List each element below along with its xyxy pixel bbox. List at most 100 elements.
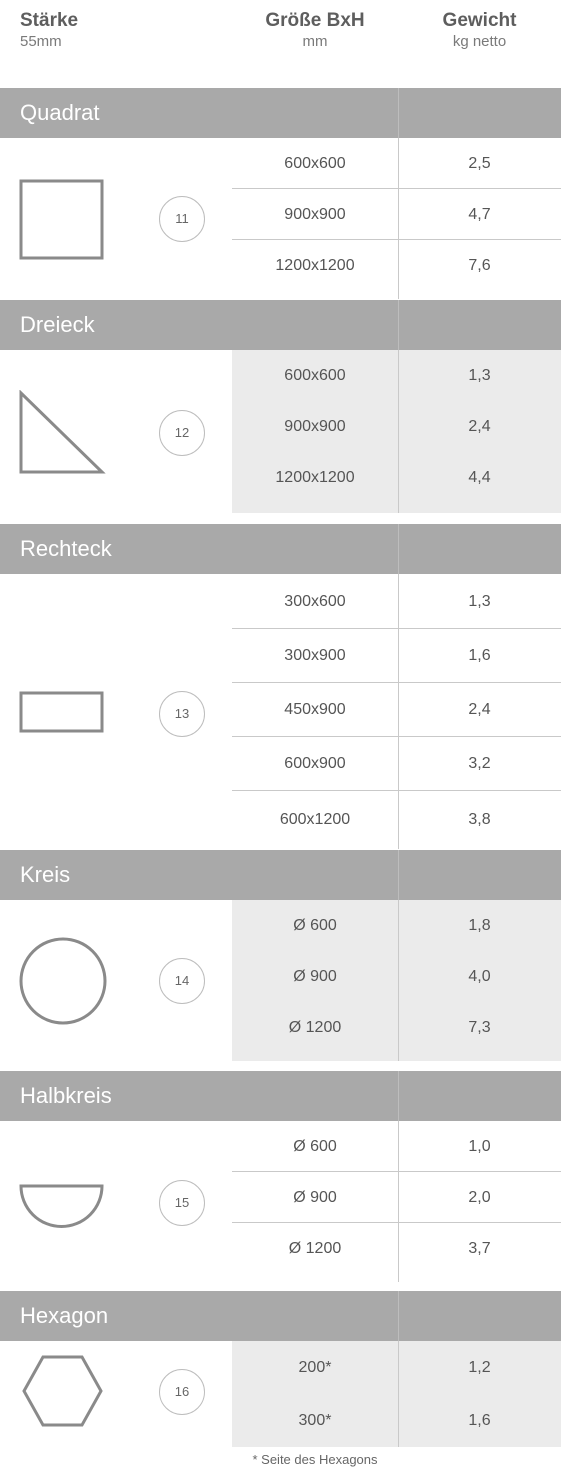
size-title: Größe BxH [265, 10, 365, 31]
table-row: 600x900 3,2 [232, 737, 561, 791]
shape-number-badge: 12 [159, 410, 205, 456]
weight-cell: 1,6 [468, 1412, 491, 1429]
size-weight-rows: Ø 600 1,8 Ø 900 4,0 Ø 1200 7,3 [232, 900, 561, 1061]
header-divider [398, 300, 399, 350]
circle-icon [19, 937, 107, 1025]
strength-title: Stärke [20, 10, 79, 31]
section-header: Rechteck [0, 524, 561, 574]
size-cell: Ø 600 [293, 1138, 337, 1155]
table-row: 600x1200 3,8 [232, 791, 561, 849]
weight-cell: 4,4 [468, 469, 491, 486]
size-cell: 900x900 [284, 206, 346, 223]
weight-cell: 2,5 [468, 155, 491, 172]
header-divider [398, 524, 399, 574]
semicircle-icon [19, 1184, 104, 1228]
table-row: Ø 1200 3,7 [232, 1223, 561, 1274]
size-cell: 300x600 [284, 593, 346, 610]
section-quadrat: Quadrat 11 600x600 2,5 900x900 4,7 1200x… [0, 88, 561, 299]
weight-cell: 7,3 [468, 1019, 491, 1036]
header-divider [398, 850, 399, 900]
section-title: Rechteck [20, 536, 112, 561]
table-row: 450x900 2,4 [232, 683, 561, 737]
weight-title: Gewicht [442, 10, 517, 31]
table-row: Ø 600 1,0 [232, 1121, 561, 1172]
weight-cell: 7,6 [468, 257, 491, 274]
table-row: Ø 1200 7,3 [232, 1002, 561, 1053]
size-cell: 1200x1200 [275, 257, 355, 274]
weight-header: Gewicht kg netto [398, 10, 561, 52]
square-icon [19, 179, 104, 260]
size-cell: 600x1200 [279, 811, 351, 828]
size-cell: Ø 1200 [288, 1019, 342, 1036]
size-header: Größe BxH mm [232, 10, 398, 52]
table-row: 900x900 2,4 [232, 401, 561, 452]
section-header: Hexagon [0, 1291, 561, 1341]
size-cell: 300* [298, 1412, 332, 1429]
section-dreieck: Dreieck 12 600x600 1,3 900x900 2,4 1200x… [0, 300, 561, 513]
table-row: 1200x1200 7,6 [232, 240, 561, 291]
weight-cell: 3,2 [468, 755, 491, 772]
section-header: Kreis [0, 850, 561, 900]
size-unit: mm [302, 33, 328, 50]
section-kreis: Kreis 14 Ø 600 1,8 Ø 900 4,0 Ø 1200 7,3 [0, 850, 561, 1061]
size-cell: Ø 1200 [288, 1240, 342, 1257]
size-weight-rows: 300x600 1,3 300x900 1,6 450x900 2,4 600x… [232, 574, 561, 849]
table-row: 600x600 1,3 [232, 350, 561, 401]
section-title: Quadrat [20, 100, 100, 125]
size-cell: Ø 900 [293, 1189, 337, 1206]
size-cell: 1200x1200 [275, 469, 355, 486]
weight-cell: 4,7 [468, 206, 491, 223]
header-divider [398, 1071, 399, 1121]
header-divider [398, 88, 399, 138]
hexagon-footnote: * Seite des Hexagons [252, 1452, 378, 1467]
weight-cell: 2,0 [468, 1189, 491, 1206]
weight-cell: 4,0 [468, 968, 491, 985]
section-header: Dreieck [0, 300, 561, 350]
size-cell: 900x900 [284, 418, 346, 435]
size-cell: 300x900 [284, 647, 346, 664]
section-title: Dreieck [20, 312, 95, 337]
section-hexagon: Hexagon 16 200* 1,2 300* 1,6 [0, 1291, 561, 1447]
weight-cell: 1,0 [468, 1138, 491, 1155]
weight-cell: 2,4 [468, 701, 491, 718]
shape-number-badge: 15 [159, 1180, 205, 1226]
table-row: Ø 900 4,0 [232, 951, 561, 1002]
size-cell: 600x600 [284, 367, 346, 384]
table-row: 600x600 2,5 [232, 138, 561, 189]
rectangle-icon [19, 691, 104, 733]
shape-number-badge: 14 [159, 958, 205, 1004]
strength-header: Stärke 55mm [20, 10, 78, 52]
weight-unit: kg netto [452, 33, 507, 50]
hexagon-icon [22, 1355, 103, 1427]
size-cell: 200* [298, 1359, 332, 1376]
section-title: Hexagon [20, 1303, 109, 1328]
table-row: 1200x1200 4,4 [232, 452, 561, 503]
section-rechteck: Rechteck 13 300x600 1,3 300x900 1,6 450x… [0, 524, 561, 849]
weight-cell: 1,3 [468, 367, 491, 384]
table-row: 900x900 4,7 [232, 189, 561, 240]
size-weight-rows: 600x600 2,5 900x900 4,7 1200x1200 7,6 [232, 138, 561, 299]
weight-cell: 1,8 [468, 917, 491, 934]
size-cell: 450x900 [284, 701, 346, 718]
section-header: Quadrat [0, 88, 561, 138]
size-cell: Ø 900 [293, 968, 337, 985]
shape-number-badge: 11 [159, 196, 205, 242]
section-halbkreis: Halbkreis 15 Ø 600 1,0 Ø 900 2,0 Ø 1200 … [0, 1071, 561, 1282]
strength-value: 55mm [20, 33, 62, 50]
weight-cell: 3,8 [468, 811, 491, 828]
size-cell: 600x600 [284, 155, 346, 172]
size-weight-rows: 600x600 1,3 900x900 2,4 1200x1200 4,4 [232, 350, 561, 513]
weight-cell: 1,3 [468, 593, 491, 610]
table-row: Ø 600 1,8 [232, 900, 561, 951]
table-row: 300x600 1,3 [232, 574, 561, 629]
size-weight-rows: Ø 600 1,0 Ø 900 2,0 Ø 1200 3,7 [232, 1121, 561, 1282]
shape-number-badge: 16 [159, 1369, 205, 1415]
header-divider [398, 1291, 399, 1341]
weight-cell: 1,2 [468, 1359, 491, 1376]
triangle-icon [19, 390, 106, 474]
section-title: Kreis [20, 862, 71, 887]
size-cell: 600x900 [284, 755, 346, 772]
section-header: Halbkreis [0, 1071, 561, 1121]
table-row: 200* 1,2 [232, 1341, 561, 1394]
size-cell: Ø 600 [293, 917, 337, 934]
